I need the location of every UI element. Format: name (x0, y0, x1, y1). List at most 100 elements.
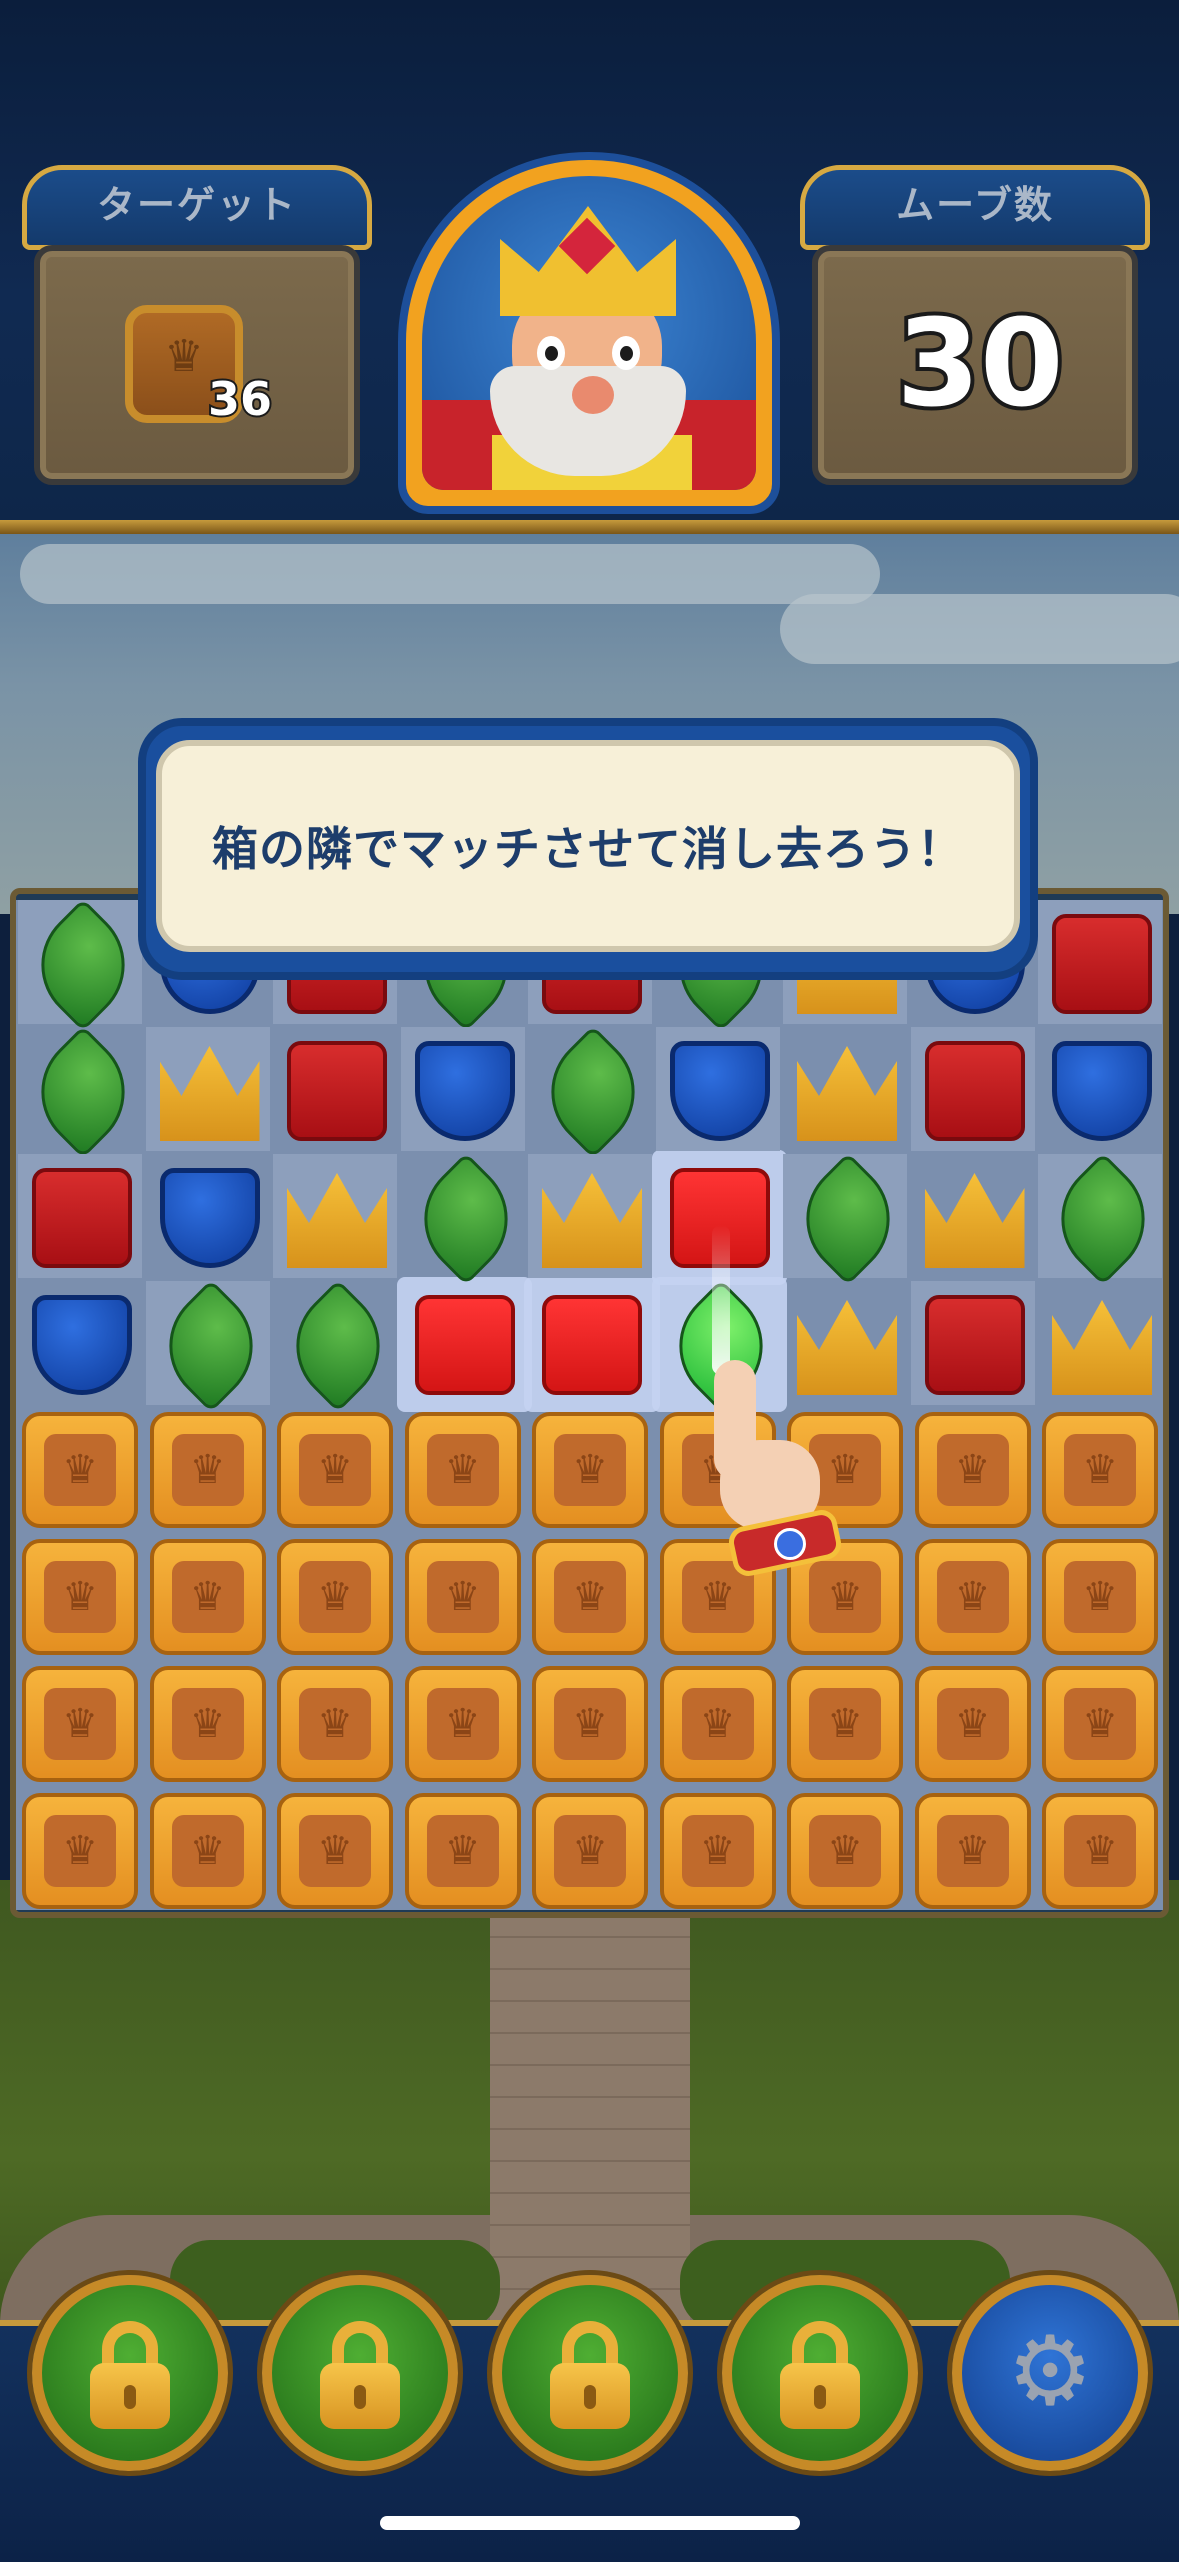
board-cell[interactable] (271, 1279, 405, 1413)
board-cell[interactable] (146, 1662, 270, 1786)
leaf-piece (781, 1152, 915, 1286)
booster-1-button[interactable] (32, 2275, 228, 2471)
board-cell[interactable] (1038, 1662, 1162, 1786)
leaf-piece (16, 898, 150, 1032)
crown-piece (797, 1046, 897, 1141)
crate-piece (914, 1793, 1031, 1909)
board-cell[interactable] (146, 1154, 270, 1278)
board-cell[interactable] (911, 1662, 1035, 1786)
board-cell[interactable] (273, 1027, 397, 1151)
crate-piece (532, 1793, 648, 1909)
board-cell[interactable] (1038, 1027, 1162, 1151)
board-cell[interactable] (528, 1154, 652, 1278)
board-cell[interactable] (911, 1154, 1035, 1278)
booster-4-button[interactable] (722, 2275, 918, 2471)
board-cell[interactable] (400, 1027, 525, 1151)
box-piece (414, 1295, 515, 1395)
crate-piece (787, 1793, 903, 1909)
crate-piece (659, 1666, 776, 1782)
crate-piece (277, 1412, 393, 1528)
board-cell[interactable] (401, 1789, 525, 1913)
board-cell[interactable] (273, 1789, 397, 1913)
box-piece (542, 1295, 642, 1395)
board-cell[interactable] (1038, 1789, 1162, 1913)
home-indicator[interactable] (380, 2516, 800, 2530)
board-cell[interactable] (401, 1408, 525, 1532)
board-cell[interactable] (655, 1027, 780, 1151)
board-cell[interactable] (783, 1789, 907, 1913)
board-cell[interactable] (16, 898, 150, 1032)
board-cell[interactable] (656, 1662, 780, 1786)
target-label: ターゲット (22, 165, 372, 250)
board-cell[interactable] (1038, 1408, 1162, 1532)
board-cell[interactable] (1038, 1535, 1162, 1659)
board-cell[interactable] (1036, 1152, 1170, 1286)
board-cell[interactable] (401, 1535, 525, 1659)
crate-piece (787, 1666, 903, 1782)
board-cell[interactable] (401, 1662, 525, 1786)
board-cell[interactable] (528, 1535, 652, 1659)
box-piece (287, 1041, 387, 1141)
board-cell[interactable] (910, 1281, 1035, 1405)
board-cell[interactable] (146, 1408, 270, 1532)
crate-piece (532, 1412, 648, 1528)
crate-piece (404, 1412, 521, 1528)
crate-piece (22, 1539, 138, 1655)
crown-piece (1052, 1300, 1152, 1395)
shield-piece (32, 1295, 132, 1395)
board-cell[interactable] (1038, 900, 1162, 1024)
board-cell[interactable] (146, 1535, 270, 1659)
board-cell[interactable] (273, 1408, 397, 1532)
tutorial-message: 箱の隣でマッチさせて消し去ろう！ (212, 822, 964, 876)
crate-piece (1042, 1793, 1158, 1909)
shield-piece (414, 1041, 515, 1141)
crate-piece (914, 1666, 1031, 1782)
board-cell[interactable] (781, 1152, 915, 1286)
board-cell[interactable] (656, 1789, 780, 1913)
crown-piece (159, 1046, 260, 1141)
board-cell[interactable] (145, 1027, 270, 1151)
tutorial-bubble: 箱の隣でマッチさせて消し去ろう！ (156, 740, 1020, 952)
board-cell[interactable] (144, 1279, 277, 1413)
board-cell[interactable] (528, 1789, 652, 1913)
board-cell[interactable] (273, 1662, 397, 1786)
booster-2-button[interactable] (262, 2275, 458, 2471)
king-avatar-icon (398, 152, 780, 514)
crate-piece (149, 1412, 266, 1528)
board-cell[interactable] (18, 1281, 142, 1405)
board-cell[interactable] (783, 1662, 907, 1786)
leaf-piece (144, 1279, 277, 1413)
board-cell[interactable] (911, 1408, 1035, 1532)
board-cell[interactable] (273, 1154, 397, 1278)
board-cell[interactable] (18, 1789, 142, 1913)
crate-piece (22, 1412, 138, 1528)
board-cell[interactable] (16, 1025, 150, 1159)
booster-3-button[interactable] (492, 2275, 688, 2471)
board-cell[interactable] (18, 1408, 142, 1532)
board-cell[interactable] (401, 1281, 525, 1405)
board-cell[interactable] (1038, 1281, 1162, 1405)
board-cell[interactable] (528, 1281, 652, 1405)
pointing-hand-icon (690, 1360, 844, 1579)
leaf-piece (16, 1025, 150, 1159)
crate-piece (404, 1666, 521, 1782)
board-cell[interactable] (18, 1154, 142, 1278)
board-cell[interactable] (399, 1152, 532, 1286)
board-cell[interactable] (273, 1535, 397, 1659)
board-cell[interactable] (528, 1408, 652, 1532)
board-cell[interactable] (146, 1789, 270, 1913)
box-piece (924, 1041, 1025, 1141)
box-piece (32, 1168, 132, 1268)
board-cell[interactable] (18, 1535, 142, 1659)
settings-button[interactable]: ⚙ (952, 2275, 1148, 2471)
board-cell[interactable] (910, 1027, 1035, 1151)
board-cell[interactable] (911, 1789, 1035, 1913)
board-cell[interactable] (528, 1662, 652, 1786)
board-cell[interactable] (18, 1662, 142, 1786)
shield-piece (1052, 1041, 1152, 1141)
board-cell[interactable] (911, 1535, 1035, 1659)
crate-piece (914, 1539, 1031, 1655)
crate-piece (277, 1666, 393, 1782)
board-cell[interactable] (526, 1025, 660, 1159)
board-cell[interactable] (783, 1027, 907, 1151)
